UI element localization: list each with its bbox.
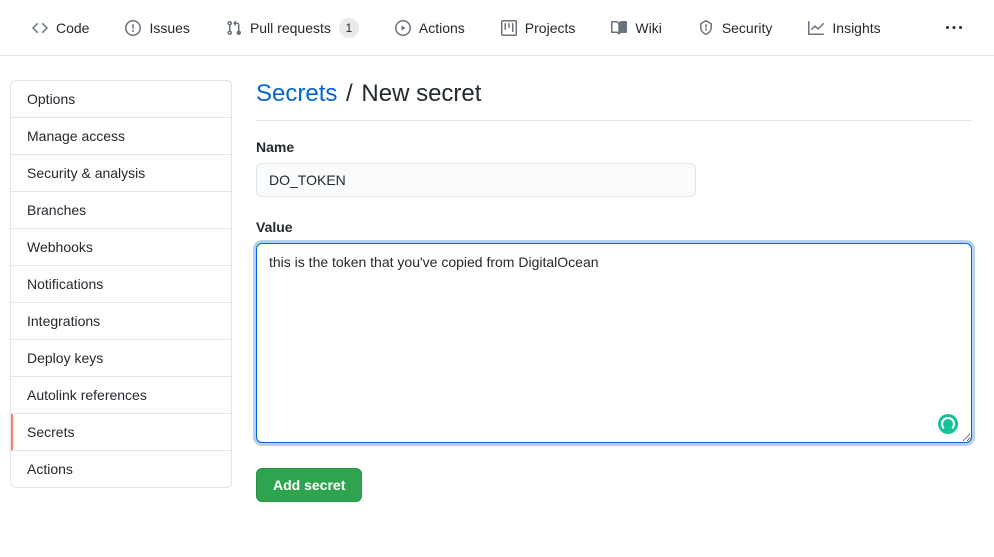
sidebar-item-label: Branches (27, 202, 86, 218)
page-heading: Secrets / New secret (256, 80, 972, 121)
tab-insights[interactable]: Insights (792, 12, 896, 44)
kebab-icon (946, 20, 962, 36)
tab-projects-label: Projects (525, 20, 576, 36)
pull-requests-count: 1 (339, 18, 359, 38)
tab-code-label: Code (56, 20, 89, 36)
shield-icon (698, 20, 714, 36)
sidebar-item-label: Autolink references (27, 387, 147, 403)
sidebar-item-security-analysis[interactable]: Security & analysis (11, 155, 231, 192)
repo-nav: Code Issues Pull requests 1 Actions Proj… (0, 0, 994, 56)
grammarly-icon[interactable] (938, 414, 958, 434)
tab-projects[interactable]: Projects (485, 12, 592, 44)
settings-sidebar: Options Manage access Security & analysi… (10, 80, 232, 502)
settings-layout: Options Manage access Security & analysi… (0, 56, 994, 502)
sidebar-item-label: Actions (27, 461, 73, 477)
tab-pull-requests[interactable]: Pull requests 1 (210, 10, 375, 46)
sidebar-menu: Options Manage access Security & analysi… (10, 80, 232, 488)
tab-insights-label: Insights (832, 20, 880, 36)
sidebar-item-label: Manage access (27, 128, 125, 144)
issue-icon (125, 20, 141, 36)
pull-request-icon (226, 20, 242, 36)
sidebar-item-label: Security & analysis (27, 165, 145, 181)
name-label: Name (256, 139, 972, 155)
tab-wiki-label: Wiki (635, 20, 661, 36)
sidebar-item-deploy-keys[interactable]: Deploy keys (11, 340, 231, 377)
sidebar-item-autolink-references[interactable]: Autolink references (11, 377, 231, 414)
sidebar-item-label: Notifications (27, 276, 103, 292)
sidebar-item-manage-access[interactable]: Manage access (11, 118, 231, 155)
more-menu[interactable] (930, 12, 978, 44)
tab-issues-label: Issues (149, 20, 189, 36)
tab-issues[interactable]: Issues (109, 12, 205, 44)
breadcrumb-separator: / (346, 80, 353, 107)
breadcrumb-parent[interactable]: Secrets (256, 80, 337, 107)
project-icon (501, 20, 517, 36)
book-icon (611, 20, 627, 36)
sidebar-item-label: Options (27, 91, 75, 107)
code-icon (32, 20, 48, 36)
graph-icon (808, 20, 824, 36)
value-field-group: Value (256, 219, 972, 446)
tab-security[interactable]: Security (682, 12, 789, 44)
breadcrumb-current: New secret (361, 80, 481, 107)
add-secret-button[interactable]: Add secret (256, 468, 362, 502)
sidebar-item-webhooks[interactable]: Webhooks (11, 229, 231, 266)
tab-pull-requests-label: Pull requests (250, 20, 331, 36)
sidebar-item-integrations[interactable]: Integrations (11, 303, 231, 340)
value-textarea[interactable] (256, 243, 972, 443)
name-input[interactable] (256, 163, 696, 197)
name-field-group: Name (256, 139, 972, 197)
sidebar-item-label: Webhooks (27, 239, 93, 255)
tab-actions[interactable]: Actions (379, 12, 481, 44)
sidebar-item-label: Deploy keys (27, 350, 103, 366)
sidebar-item-branches[interactable]: Branches (11, 192, 231, 229)
tab-actions-label: Actions (419, 20, 465, 36)
tab-wiki[interactable]: Wiki (595, 12, 677, 44)
sidebar-item-notifications[interactable]: Notifications (11, 266, 231, 303)
sidebar-item-label: Integrations (27, 313, 100, 329)
sidebar-item-secrets[interactable]: Secrets (11, 414, 231, 451)
tab-security-label: Security (722, 20, 773, 36)
play-icon (395, 20, 411, 36)
value-label: Value (256, 219, 972, 235)
tab-code[interactable]: Code (16, 12, 105, 44)
sidebar-item-actions[interactable]: Actions (11, 451, 231, 487)
sidebar-item-options[interactable]: Options (11, 81, 231, 118)
textarea-wrapper (256, 243, 972, 446)
sidebar-item-label: Secrets (27, 424, 74, 440)
main-content: Secrets / New secret Name Value Add secr… (256, 80, 994, 502)
